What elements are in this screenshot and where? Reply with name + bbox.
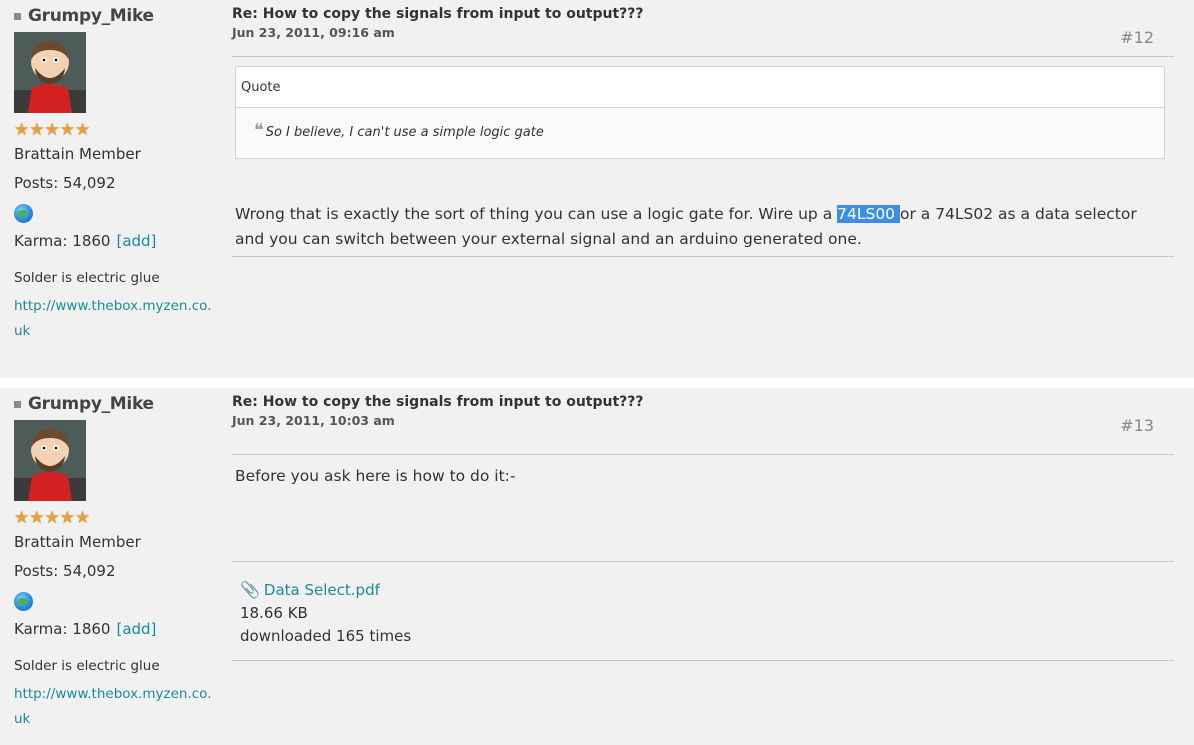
divider <box>232 660 1174 661</box>
attachment: 📎 Data Select.pdf 18.66 KB downloaded 165… <box>240 578 411 648</box>
karma-value: Karma: 1860 <box>14 620 111 638</box>
selected-text: 74LS00 <box>837 205 900 223</box>
globe-icon[interactable] <box>14 592 33 611</box>
quote-mark-icon: ❝ <box>254 120 264 141</box>
signature-link[interactable]: http://www.thebox.myzen.co.uk <box>14 294 219 344</box>
signature-text: Solder is electric glue <box>14 270 160 286</box>
divider <box>232 454 1174 455</box>
avatar[interactable] <box>14 32 86 113</box>
post-date: Jun 23, 2011, 09:16 am <box>232 25 395 40</box>
quote-body: ❝ So I believe, I can't use a simple logi… <box>236 108 1164 141</box>
status-square-icon <box>14 400 21 408</box>
divider <box>232 56 1174 57</box>
rank-stars: ★★★★★ <box>14 121 91 139</box>
signature-text: Solder is electric glue <box>14 658 160 674</box>
attachment-downloads: downloaded 165 times <box>240 627 412 645</box>
attachment-size: 18.66 KB <box>240 604 308 622</box>
divider <box>232 256 1174 257</box>
divider <box>232 561 1174 562</box>
quote-text: So I believe, I can't use a simple logic… <box>265 125 544 140</box>
post-header: Re: How to copy the signals from input t… <box>232 6 1174 47</box>
post-number[interactable]: #13 <box>1120 416 1154 435</box>
post-subject[interactable]: Re: How to copy the signals from input t… <box>232 394 1174 410</box>
member-rank: Brattain Member <box>14 533 141 551</box>
karma: Karma: 1860 [add] <box>14 232 156 250</box>
post-13: Grumpy_Mike ★★★★★ Brattain Member Posts:… <box>0 388 1194 745</box>
attachment-link[interactable]: Data Select.pdf <box>264 581 380 599</box>
avatar[interactable] <box>14 420 86 501</box>
post-12: Grumpy_Mike ★★★★★ Brattain Member Posts:… <box>0 0 1194 378</box>
status-square-icon <box>14 12 21 20</box>
karma-value: Karma: 1860 <box>14 232 111 250</box>
post-body: Wrong that is exactly the sort of thing … <box>235 202 1170 252</box>
rank-star-icon: ★★★★★ <box>14 508 91 528</box>
post-count: Posts: 54,092 <box>14 562 116 580</box>
karma: Karma: 1860 [add] <box>14 620 156 638</box>
post-body: Before you ask here is how to do it:- <box>235 467 516 485</box>
rank-star-icon: ★★★★★ <box>14 120 91 140</box>
post-date: Jun 23, 2011, 10:03 am <box>232 413 395 428</box>
quote-label: Quote <box>236 67 1164 108</box>
author-name[interactable]: Grumpy_Mike <box>28 394 154 414</box>
author-name[interactable]: Grumpy_Mike <box>28 6 154 26</box>
signature-link[interactable]: http://www.thebox.myzen.co.uk <box>14 682 219 732</box>
paperclip-icon: 📎 <box>240 580 260 599</box>
post-header: Re: How to copy the signals from input t… <box>232 394 1174 435</box>
member-rank: Brattain Member <box>14 145 141 163</box>
body-text: Wrong that is exactly the sort of thing … <box>235 205 838 223</box>
post-subject[interactable]: Re: How to copy the signals from input t… <box>232 6 1174 22</box>
karma-add-link[interactable]: [add] <box>116 620 156 638</box>
quote-block: Quote ❝ So I believe, I can't use a simpl… <box>235 66 1165 159</box>
rank-stars: ★★★★★ <box>14 509 91 527</box>
post-count: Posts: 54,092 <box>14 174 116 192</box>
post-number[interactable]: #12 <box>1120 28 1154 47</box>
karma-add-link[interactable]: [add] <box>116 232 156 250</box>
globe-icon[interactable] <box>14 204 33 223</box>
